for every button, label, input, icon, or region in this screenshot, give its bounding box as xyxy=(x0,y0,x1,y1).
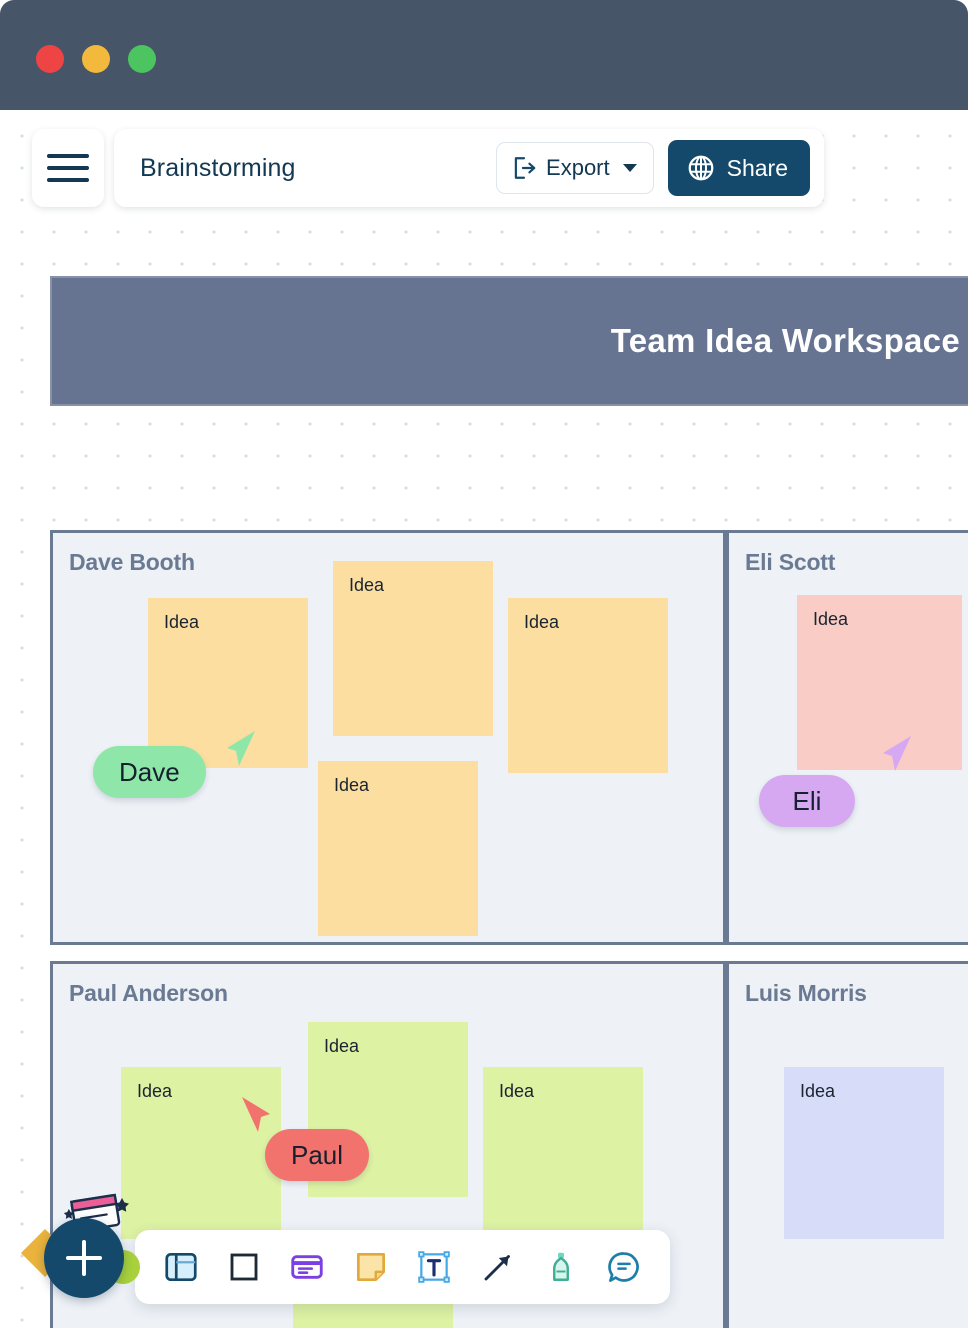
maximize-window-button[interactable] xyxy=(128,45,156,73)
panel-title: Paul Anderson xyxy=(69,980,228,1006)
panel-title: Dave Booth xyxy=(69,549,195,575)
close-window-button[interactable] xyxy=(36,45,64,73)
sticky-note[interactable]: Idea xyxy=(784,1067,944,1239)
sticky-note-icon xyxy=(356,1252,385,1282)
globe-icon xyxy=(688,155,713,181)
export-arrow-icon xyxy=(514,157,536,179)
workspace-banner: Team Idea Workspace xyxy=(50,276,968,406)
sticky-note-tool-button[interactable] xyxy=(349,1245,393,1289)
hamburger-menu-icon xyxy=(47,166,89,170)
highlighter-pen-icon xyxy=(552,1252,569,1281)
window-controls xyxy=(36,45,156,73)
board-toolbar-top: Brainstorming Export Share xyxy=(32,129,824,207)
sticky-note[interactable]: Idea xyxy=(508,598,668,773)
add-item-fab-button[interactable] xyxy=(44,1218,124,1298)
board-title[interactable]: Brainstorming xyxy=(140,154,482,183)
sticky-note[interactable]: Idea xyxy=(483,1067,643,1239)
share-button-label: Share xyxy=(726,154,788,181)
plus-icon xyxy=(82,1240,86,1276)
collaborator-label-eli: Eli xyxy=(759,775,855,827)
panel-dave-booth[interactable]: Dave Booth Idea Idea Idea Idea Dave xyxy=(50,530,726,945)
comment-bubble-icon xyxy=(608,1252,640,1282)
hamburger-menu-icon xyxy=(47,178,89,182)
collaborator-cursor-dave xyxy=(227,731,255,766)
text-box-icon xyxy=(418,1251,450,1283)
arrow-line-icon xyxy=(484,1255,510,1281)
hamburger-menu-button[interactable] xyxy=(32,129,104,207)
export-button[interactable]: Export xyxy=(496,142,654,194)
sticky-note[interactable]: Idea xyxy=(318,761,478,936)
board-title-card: Brainstorming Export Share xyxy=(114,129,824,207)
text-tool-button[interactable] xyxy=(412,1245,456,1289)
panel-luis-morris[interactable]: Luis Morris Idea xyxy=(726,961,968,1328)
card-icon xyxy=(291,1255,324,1279)
hamburger-menu-icon xyxy=(47,154,89,158)
frame-square-tool-button[interactable] xyxy=(222,1245,266,1289)
collaborator-label-paul: Paul xyxy=(265,1129,370,1181)
panel-title: Luis Morris xyxy=(745,980,867,1006)
export-button-label: Export xyxy=(546,155,610,180)
collaborator-cursor-eli xyxy=(883,736,911,771)
comment-tool-button[interactable] xyxy=(602,1245,646,1289)
window-titlebar xyxy=(0,0,968,110)
highlighter-tool-button[interactable] xyxy=(539,1245,583,1289)
board-canvas[interactable]: Brainstorming Export Share Team Idea Wor… xyxy=(0,110,968,1328)
add-item-fab-group xyxy=(20,1190,188,1328)
arrow-tool-button[interactable] xyxy=(476,1245,520,1289)
panel-eli-scott[interactable]: Eli Scott Idea Eli xyxy=(726,530,968,945)
workspace-banner-title: Team Idea Workspace xyxy=(610,322,960,359)
panel-title: Eli Scott xyxy=(745,549,836,575)
frame-square-icon xyxy=(230,1253,258,1281)
board-tools-toolbar xyxy=(135,1230,670,1304)
sticky-note[interactable]: Idea xyxy=(333,561,493,736)
share-button[interactable]: Share xyxy=(667,140,810,196)
card-tool-button[interactable] xyxy=(285,1245,329,1289)
chevron-down-icon xyxy=(622,164,637,172)
collaborator-label-dave: Dave xyxy=(93,746,206,798)
minimize-window-button[interactable] xyxy=(82,45,110,73)
app-window: Brainstorming Export Share Team Idea Wor… xyxy=(0,0,968,1328)
